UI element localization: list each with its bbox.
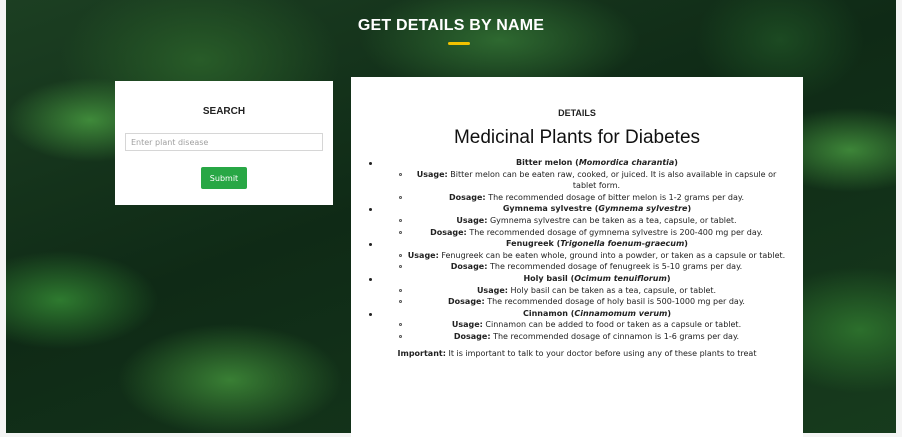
plant-usage: Usage: Bitter melon can be eaten raw, co… bbox=[399, 169, 787, 192]
plant-dosage: Dosage: The recommended dosage of holy b… bbox=[399, 296, 787, 308]
plant-disease-input[interactable] bbox=[125, 133, 323, 151]
usage-text: Fenugreek can be eaten whole, ground int… bbox=[441, 250, 786, 260]
plant-item: Fenugreek (Trigonella foenum-graecum) Us… bbox=[351, 238, 803, 273]
plant-scientific-name: Trigonella foenum-graecum bbox=[560, 239, 685, 249]
usage-label: Usage: bbox=[416, 169, 448, 179]
page-title: GET DETAILS BY NAME bbox=[357, 17, 545, 34]
plant-usage: Usage: Holy basil can be taken as a tea,… bbox=[399, 285, 787, 297]
usage-text: Cinnamon can be added to food or taken a… bbox=[485, 320, 742, 330]
circle-bullet-icon bbox=[399, 288, 402, 292]
dosage-label: Dosage: bbox=[453, 331, 491, 341]
plant-item: Cinnamon (Cinnamomum verum) Usage: Cinna… bbox=[351, 308, 803, 343]
usage-text: Gymnema sylvestre can be taken as a tea,… bbox=[489, 215, 737, 225]
plant-name: Fenugreek (Trigonella foenum-graecum) bbox=[351, 238, 803, 250]
dosage-text: The recommended dosage of cinnamon is 1-… bbox=[493, 331, 740, 341]
usage-label: Usage: bbox=[451, 320, 483, 330]
dosage-label: Dosage: bbox=[430, 227, 467, 237]
circle-bullet-icon bbox=[399, 172, 402, 176]
plant-name: Holy basil (Ocimum tenuiflorum) bbox=[351, 273, 803, 285]
usage-text: Holy basil can be taken as a tea, capsul… bbox=[510, 285, 717, 295]
circle-bullet-icon bbox=[399, 230, 402, 234]
bullet-icon bbox=[369, 312, 372, 316]
usage-label: Usage: bbox=[407, 250, 439, 260]
usage-label: Usage: bbox=[476, 285, 508, 295]
plant-dosage: Dosage: The recommended dosage of cinnam… bbox=[399, 331, 787, 343]
circle-bullet-icon bbox=[399, 253, 402, 257]
plant-name: Bitter melon (Momordica charantia) bbox=[351, 157, 803, 169]
details-heading: DETAILS bbox=[558, 108, 596, 118]
plant-dosage: Dosage: The recommended dosage of fenugr… bbox=[399, 261, 787, 273]
submit-button[interactable]: Submit bbox=[201, 167, 247, 189]
plant-common-name: Cinnamon bbox=[522, 308, 568, 318]
details-card: DETAILS Medicinal Plants for Diabetes Bi… bbox=[351, 77, 803, 437]
note-text: It is important to talk to your doctor b… bbox=[448, 348, 757, 358]
plant-list: Bitter melon (Momordica charantia) Usage… bbox=[351, 157, 803, 359]
page-border-right bbox=[896, 0, 902, 437]
circle-bullet-icon bbox=[399, 323, 402, 327]
dosage-text: The recommended dosage of fenugreek is 5… bbox=[489, 262, 743, 272]
plant-name: Gymnema sylvestre (Gymnema sylvestre) bbox=[351, 203, 803, 215]
content-title: Medicinal Plants for Diabetes bbox=[453, 127, 701, 148]
plant-scientific-name: Ocimum tenuiflorum bbox=[574, 273, 667, 283]
plant-dosage: Dosage: The recommended dosage of gymnem… bbox=[399, 227, 787, 239]
circle-bullet-icon bbox=[399, 218, 402, 222]
usage-text: Bitter melon can be eaten raw, cooked, o… bbox=[450, 169, 777, 191]
plant-item: Holy basil (Ocimum tenuiflorum) Usage: H… bbox=[351, 273, 803, 308]
plant-scientific-name: Momordica charantia bbox=[578, 158, 675, 167]
plant-usage: Usage: Fenugreek can be eaten whole, gro… bbox=[399, 250, 787, 262]
dosage-label: Dosage: bbox=[450, 262, 488, 272]
plant-scientific-name: Cinnamomum verum bbox=[574, 308, 668, 318]
dosage-text: The recommended dosage of holy basil is … bbox=[487, 297, 745, 307]
bullet-icon bbox=[369, 277, 372, 281]
circle-bullet-icon bbox=[399, 195, 402, 199]
plant-usage: Usage: Cinnamon can be added to food or … bbox=[399, 319, 787, 331]
plant-common-name: Holy basil bbox=[523, 273, 568, 283]
usage-label: Usage: bbox=[456, 215, 488, 225]
bullet-icon bbox=[369, 162, 372, 165]
bullet-icon bbox=[369, 243, 372, 247]
important-note: Important: It is important to talk to yo… bbox=[351, 348, 803, 360]
page-border-left bbox=[0, 0, 6, 437]
title-underline bbox=[448, 42, 470, 45]
plant-item: Bitter melon (Momordica charantia) Usage… bbox=[351, 157, 803, 203]
search-heading: SEARCH bbox=[202, 106, 246, 117]
plant-item: Gymnema sylvestre (Gymnema sylvestre) Us… bbox=[351, 203, 803, 238]
plant-common-name: Fenugreek bbox=[506, 239, 554, 249]
circle-bullet-icon bbox=[399, 334, 402, 338]
plant-scientific-name: Gymnema sylvestre bbox=[598, 204, 688, 214]
dosage-label: Dosage: bbox=[448, 297, 485, 307]
circle-bullet-icon bbox=[399, 300, 402, 304]
note-label: Important: bbox=[397, 348, 446, 358]
plant-name: Cinnamon (Cinnamomum verum) bbox=[351, 308, 803, 320]
bullet-icon bbox=[369, 208, 372, 212]
dosage-label: Dosage: bbox=[448, 192, 486, 202]
dosage-text: The recommended dosage of bitter melon i… bbox=[488, 192, 745, 202]
plant-usage: Usage: Gymnema sylvestre can be taken as… bbox=[399, 215, 787, 227]
dosage-text: The recommended dosage of gymnema sylves… bbox=[469, 227, 763, 237]
search-card: SEARCH Submit bbox=[115, 81, 333, 205]
circle-bullet-icon bbox=[399, 265, 402, 269]
plant-dosage: Dosage: The recommended dosage of bitter… bbox=[399, 192, 787, 204]
plant-common-name: Gymnema sylvestre bbox=[502, 204, 592, 214]
plant-common-name: Bitter melon bbox=[516, 158, 573, 167]
